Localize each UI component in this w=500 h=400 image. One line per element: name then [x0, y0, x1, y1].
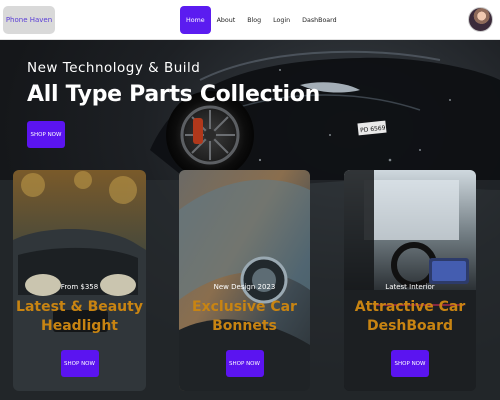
nav-link-blog[interactable]: Blog	[241, 6, 267, 34]
hero-subtitle: New Technology & Build	[27, 60, 201, 76]
hero-shop-now-button[interactable]: SHOP NOW	[27, 121, 65, 148]
card-headlight-shop-now-button[interactable]: SHOP NOW	[60, 350, 99, 377]
card-bonnets-title-line1: Exclusive Car	[192, 299, 297, 315]
card-headlight-price: From $358	[60, 283, 99, 291]
hero-banner: PD 6569 New Technology & Build All Type …	[0, 40, 500, 400]
card-bonnets-tagline: New Design 2023	[213, 283, 276, 291]
brand-logo-button[interactable]: Phone Haven	[3, 6, 55, 34]
top-navbar: Phone Haven Home About Blog Login DashBo…	[0, 0, 500, 40]
card-headlight-title: Latest & Beauty Headlight	[13, 298, 146, 336]
nav-link-dashboard[interactable]: DashBoard	[296, 6, 343, 34]
product-card-dashboard[interactable]: Latest Interior Attractive Car DeshBoard…	[344, 170, 476, 391]
card-bonnets-title: Exclusive Car Bonnets	[179, 298, 310, 336]
nav-link-about[interactable]: About	[211, 6, 242, 34]
card-bonnets-shop-now-button[interactable]: SHOP NOW	[225, 350, 264, 377]
user-avatar-icon[interactable]	[468, 7, 493, 32]
product-card-headlight[interactable]: From $358 Latest & Beauty Headlight SHOP…	[13, 170, 146, 391]
card-headlight-title-line2: Headlight	[41, 318, 118, 334]
card-dashboard-title: Attractive Car DeshBoard	[344, 298, 476, 336]
card-bonnets-title-line2: Bonnets	[212, 318, 277, 334]
card-dashboard-tagline: Latest Interior	[385, 283, 435, 291]
card-headlight-title-line1: Latest & Beauty	[16, 299, 143, 315]
product-card-bonnets[interactable]: New Design 2023 Exclusive Car Bonnets SH…	[179, 170, 310, 391]
nav-links: Home About Blog Login DashBoard	[180, 6, 343, 34]
nav-link-home[interactable]: Home	[180, 6, 211, 34]
hero-title: All Type Parts Collection	[27, 82, 320, 107]
card-dashboard-shop-now-button[interactable]: SHOP NOW	[391, 350, 429, 377]
nav-link-login[interactable]: Login	[267, 6, 296, 34]
card-dashboard-title-line1: Attractive Car	[354, 299, 466, 315]
card-dashboard-title-line2: DeshBoard	[366, 318, 454, 334]
